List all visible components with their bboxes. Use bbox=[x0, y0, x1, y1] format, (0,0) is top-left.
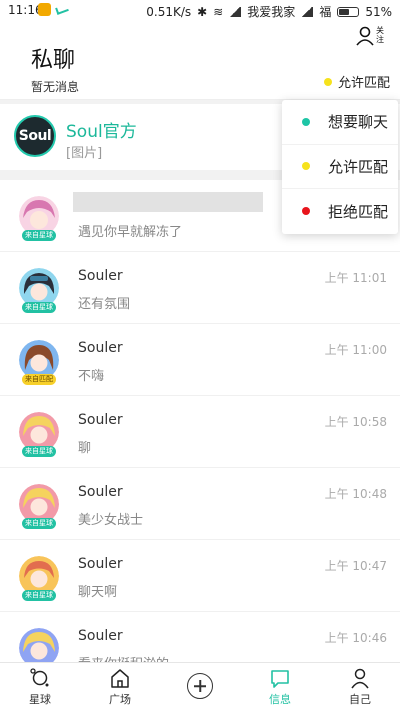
status-right: 0.51K/s ✱ ≋ 我爱我家 福 51% bbox=[146, 3, 392, 20]
wifi-icon: ≋ bbox=[213, 4, 224, 19]
person-icon bbox=[356, 26, 374, 46]
popup-item-label: 允许匹配 bbox=[328, 157, 389, 176]
chat-source-badge: 来自星球 bbox=[22, 446, 56, 457]
soul-logo: Soul bbox=[14, 115, 56, 157]
avatar: 来自星球 bbox=[19, 556, 59, 601]
avatar: 来自星球 bbox=[19, 412, 59, 457]
follow-label: 关注 bbox=[376, 26, 384, 44]
avatar: 来自星球 bbox=[19, 484, 59, 529]
chat-time: 上午 10:47 bbox=[324, 559, 387, 573]
header: 私聊 暂无消息 关注 允许匹配 bbox=[0, 22, 400, 100]
chat-name: Souler bbox=[78, 268, 123, 284]
nav-label: 自己 bbox=[349, 693, 371, 706]
chat-name: Souler bbox=[78, 628, 123, 644]
chat-source-badge: 来自星球 bbox=[22, 302, 56, 313]
message-icon bbox=[271, 670, 289, 688]
chat-preview: 不嗨 bbox=[78, 369, 105, 384]
bottom-nav: 星球 广场 信息 自己 bbox=[0, 662, 400, 711]
chat-time: 上午 10:48 bbox=[324, 487, 387, 501]
battery-level: 51% bbox=[365, 4, 392, 19]
redacted-name bbox=[73, 192, 263, 212]
chat-source-badge: 来自星球 bbox=[22, 518, 56, 529]
chat-preview: 遇见你早就解冻了 bbox=[78, 225, 183, 240]
chat-row[interactable]: 来自星球 Souler 还有氛围 上午 11:01 bbox=[0, 252, 400, 324]
nav-label: 信息 bbox=[269, 693, 291, 706]
bluetooth-icon: ✱ bbox=[197, 4, 208, 19]
page-subtitle: 暂无消息 bbox=[31, 80, 80, 94]
chat-preview: 美少女战士 bbox=[78, 513, 144, 528]
nav-planet[interactable]: 星球 bbox=[0, 663, 80, 711]
chat-time: 上午 10:58 bbox=[324, 415, 387, 429]
match-popup-menu: 想要聊天 允许匹配 拒绝匹配 bbox=[282, 100, 398, 234]
chat-preview: 还有氛围 bbox=[78, 297, 131, 312]
popup-item-label: 拒绝匹配 bbox=[328, 202, 389, 221]
chat-source-badge: 来自星球 bbox=[22, 230, 56, 241]
official-name: Soul官方 bbox=[66, 122, 137, 142]
chat-preview: 聊 bbox=[78, 441, 92, 456]
chat-name: Souler bbox=[78, 556, 123, 572]
avatar: 来自星球 bbox=[19, 196, 59, 241]
popup-item-label: 想要聊天 bbox=[328, 113, 389, 132]
chat-row[interactable]: 来自匹配 Souler 不嗨 上午 11:00 bbox=[0, 324, 400, 396]
follow-button[interactable]: 关注 bbox=[356, 24, 386, 50]
chat-time: 上午 10:46 bbox=[324, 631, 387, 645]
chat-time: 上午 11:01 bbox=[324, 271, 387, 285]
nav-label: 广场 bbox=[109, 693, 131, 706]
chat-row[interactable]: 来自星球 Souler 美少女战士 上午 10:48 bbox=[0, 468, 400, 540]
nav-me[interactable]: 自己 bbox=[320, 663, 400, 711]
status-bar: 11:16 0.51K/s ✱ ≋ 我爱我家 福 51% bbox=[0, 0, 400, 22]
signal-icon-2 bbox=[301, 6, 314, 17]
official-preview: [图片] bbox=[66, 146, 103, 161]
network-speed: 0.51K/s bbox=[146, 4, 192, 19]
chat-source-badge: 来自星球 bbox=[22, 590, 56, 601]
popup-item-allow-match[interactable]: 允许匹配 bbox=[282, 145, 398, 190]
home-icon bbox=[111, 669, 129, 688]
battery-icon bbox=[337, 6, 360, 17]
status-dot-red bbox=[302, 207, 310, 216]
status-dot-green bbox=[302, 117, 310, 126]
carrier-1: 我爱我家 bbox=[247, 5, 296, 19]
match-status-toggle[interactable]: 允许匹配 bbox=[323, 72, 390, 91]
popup-item-reject-match[interactable]: 拒绝匹配 bbox=[282, 189, 398, 234]
chat-source-badge: 来自匹配 bbox=[22, 374, 56, 385]
notification-check-icon bbox=[55, 4, 69, 15]
avatar: 来自匹配 bbox=[19, 340, 59, 385]
nav-label: 星球 bbox=[29, 693, 51, 706]
chat-preview: 聊天啊 bbox=[78, 585, 118, 600]
popup-item-want-chat[interactable]: 想要聊天 bbox=[282, 100, 398, 145]
chat-name: Souler bbox=[78, 340, 123, 356]
person-icon bbox=[351, 668, 369, 689]
signal-icon bbox=[229, 6, 242, 17]
chat-row[interactable]: 来自星球 Souler 聊 上午 10:58 bbox=[0, 396, 400, 468]
chat-name: Souler bbox=[78, 484, 123, 500]
nav-messages[interactable]: 信息 bbox=[240, 663, 320, 711]
page-title: 私聊 bbox=[31, 48, 76, 73]
carrier-2: 福 bbox=[319, 5, 332, 19]
chat-list: 来自星球 遇见你早就解冻了 来自星球 Souler 还有氛围 上午 11:01 … bbox=[0, 180, 400, 684]
status-dot-yellow bbox=[302, 162, 310, 171]
chat-name: Souler bbox=[78, 412, 123, 428]
planet-icon bbox=[30, 668, 49, 687]
notification-app-icon bbox=[38, 3, 51, 16]
plus-circle-icon bbox=[187, 673, 213, 699]
chat-row[interactable]: 来自星球 Souler 聊天啊 上午 10:47 bbox=[0, 540, 400, 612]
match-status-dot bbox=[323, 77, 332, 86]
nav-create[interactable] bbox=[160, 663, 240, 711]
match-status-label: 允许匹配 bbox=[337, 76, 390, 91]
nav-square[interactable]: 广场 bbox=[80, 663, 160, 711]
avatar: 来自星球 bbox=[19, 268, 59, 313]
chat-time: 上午 11:00 bbox=[324, 343, 387, 357]
